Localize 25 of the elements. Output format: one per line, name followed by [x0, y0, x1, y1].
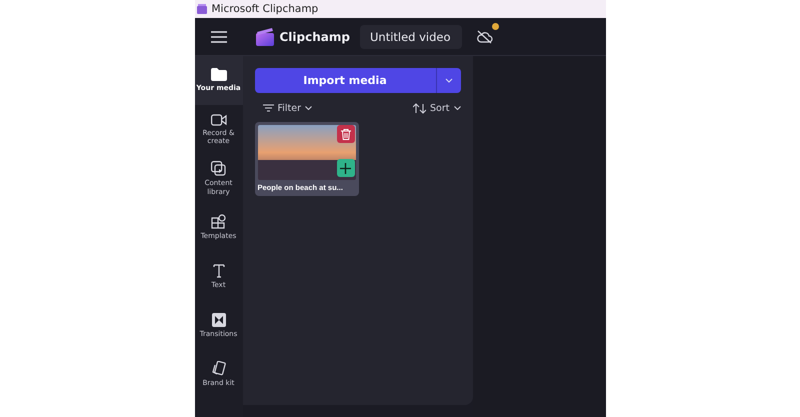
folder-icon [210, 68, 226, 82]
sort-arrows-icon [413, 102, 426, 114]
transitions-icon [212, 312, 226, 327]
chevron-down-icon [444, 78, 452, 83]
library-icon [211, 161, 226, 176]
templates-icon [211, 214, 226, 230]
filter-icon [262, 104, 274, 112]
filter-button[interactable]: Filter [254, 102, 312, 114]
chevron-down-icon [305, 106, 312, 110]
project-title-field[interactable]: Untitled video [360, 24, 462, 48]
plus-icon [340, 162, 351, 174]
window-title: Microsoft Clipchamp [212, 3, 318, 15]
app-name: Clipchamp [280, 30, 350, 44]
chevron-down-icon [454, 106, 460, 110]
clapperboard-logo-icon [256, 28, 274, 46]
letter-t-icon [212, 264, 224, 278]
import-media-button[interactable]: Import media [254, 68, 436, 93]
sort-button[interactable]: Sort [405, 102, 460, 114]
video-camera-icon [210, 114, 226, 126]
warning-badge-icon [492, 23, 499, 30]
app-logo-icon [196, 4, 206, 14]
brand-kit-icon [212, 361, 226, 376]
trash-icon [340, 128, 350, 140]
add-to-timeline-button[interactable] [336, 159, 354, 177]
delete-button[interactable] [336, 125, 354, 143]
